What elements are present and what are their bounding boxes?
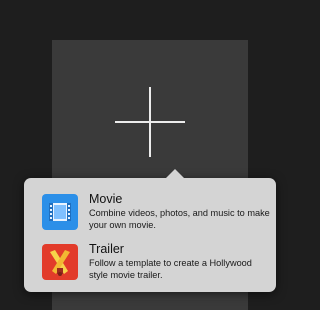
popover-arrow (166, 169, 184, 178)
trailer-option-title: Trailer (89, 242, 124, 256)
film-strip-icon (42, 194, 78, 230)
trailer-option[interactable]: Trailer Follow a template to create a Ho… (24, 238, 276, 286)
new-project-popover: Movie Combine videos, photos, and music … (24, 169, 276, 292)
trailer-option-description: Follow a template to create a Hollywood … (89, 258, 252, 280)
app-stage: Movie Combine videos, photos, and music … (0, 0, 300, 310)
movie-option-description: Combine videos, photos, and music to mak… (89, 208, 270, 230)
movie-option[interactable]: Movie Combine videos, photos, and music … (24, 188, 276, 236)
crossed-spotlights-icon (42, 244, 78, 280)
plus-icon (115, 87, 185, 157)
movie-option-title: Movie (89, 192, 123, 206)
